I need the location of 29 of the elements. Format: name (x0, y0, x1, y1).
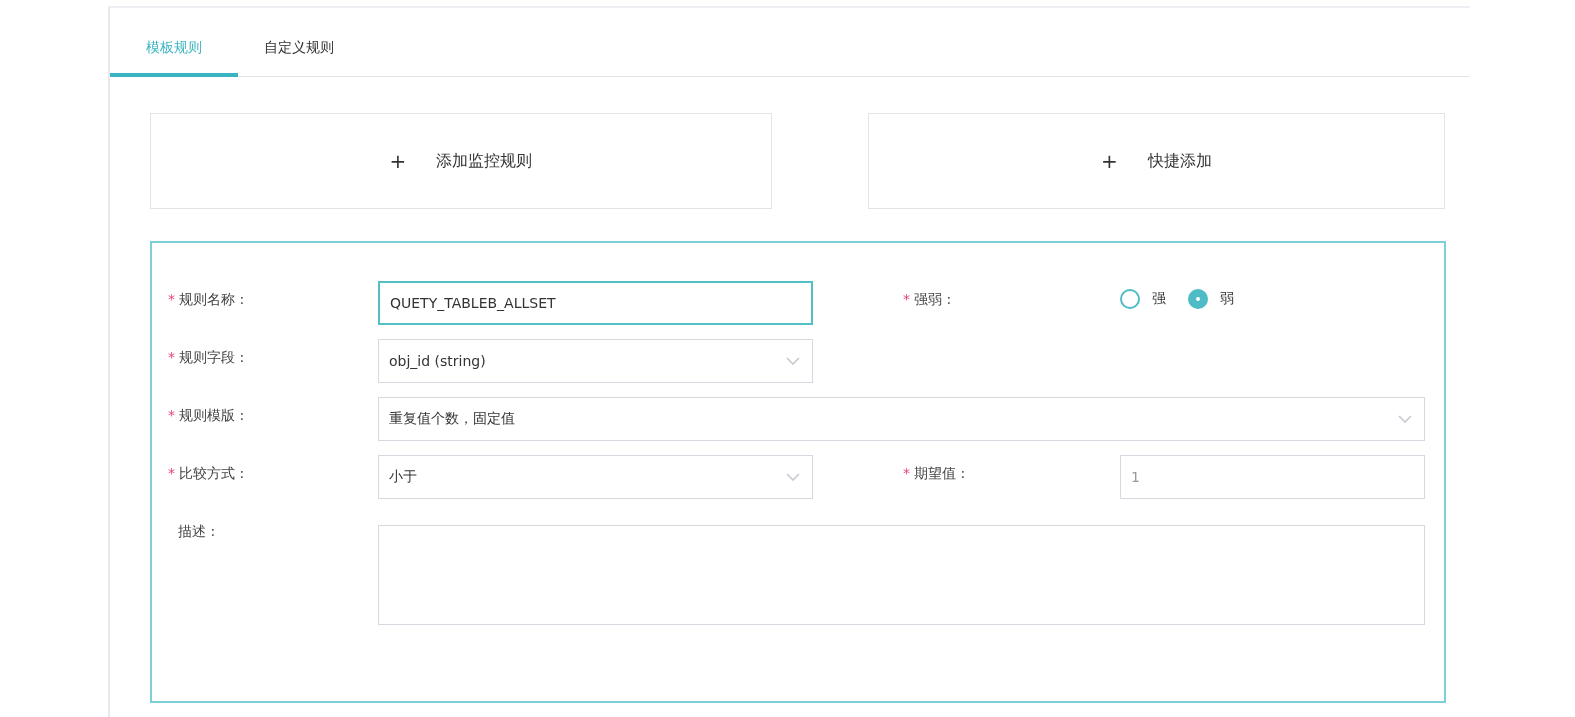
chevron-down-icon (786, 357, 800, 365)
input-field[interactable]: QUETY_TABLEB_ALLSET (378, 281, 813, 325)
field-label: * 强弱 : (903, 290, 953, 309)
field-label: * 比较方式 : (168, 464, 246, 483)
add-button[interactable]: + 添加监控规则 (150, 113, 772, 209)
add-button[interactable]: + 快捷添加 (868, 113, 1445, 209)
chevron-down-icon (1398, 415, 1412, 423)
radio-option[interactable]: 弱 (1188, 289, 1234, 309)
input-field[interactable]: 1 (1120, 455, 1425, 499)
field-label: 描述 : (177, 522, 217, 541)
radio-option[interactable]: 强 (1120, 289, 1166, 309)
field-label: * 规则名称 : (168, 290, 246, 309)
textarea-field[interactable] (378, 525, 1425, 625)
required-mark: * (168, 465, 175, 481)
required-mark: * (903, 291, 910, 307)
field-label: * 规则模版 : (168, 406, 246, 425)
select-field[interactable]: obj_id (string) (378, 339, 813, 383)
required-mark: * (168, 349, 175, 365)
radio-button[interactable] (1120, 289, 1140, 309)
tab[interactable]: 自定义规则 (238, 39, 334, 77)
field-label: * 期望值 : (903, 464, 967, 483)
required-mark: * (903, 465, 910, 481)
chevron-down-icon (786, 473, 800, 481)
required-mark: * (168, 407, 175, 423)
select-field[interactable]: 重复值个数，固定值 (378, 397, 1425, 441)
radio-button[interactable] (1188, 289, 1208, 309)
required-mark: * (168, 291, 175, 307)
select-field[interactable]: 小于 (378, 455, 813, 499)
field-label: * 规则字段 : (168, 348, 246, 367)
